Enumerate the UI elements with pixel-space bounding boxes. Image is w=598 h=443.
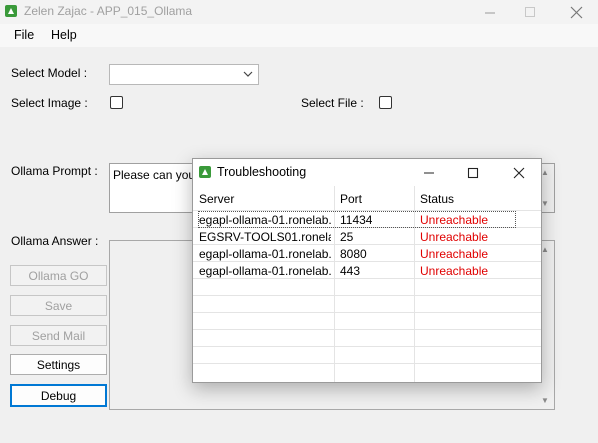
dialog-close-button[interactable] <box>497 161 541 185</box>
minimize-icon <box>484 12 495 13</box>
troubleshooting-dialog: Troubleshooting Server Port Status egapl… <box>192 158 542 383</box>
select-image-checkbox[interactable] <box>110 96 123 109</box>
menu-bar <box>0 24 598 47</box>
menu-help[interactable]: Help <box>51 28 77 42</box>
cell-status[interactable]: Unreachable <box>420 230 488 244</box>
select-model-combobox[interactable] <box>109 64 259 85</box>
scroll-down-icon[interactable]: ▼ <box>541 199 549 208</box>
settings-button[interactable]: Settings <box>10 354 107 375</box>
scroll-up-icon[interactable]: ▲ <box>541 168 549 177</box>
chevron-down-icon <box>243 71 253 77</box>
scroll-down-icon[interactable]: ▼ <box>541 396 549 405</box>
app-icon <box>5 5 17 17</box>
cell-port[interactable]: 8080 <box>340 247 367 261</box>
dialog-title-bar[interactable]: Troubleshooting <box>193 159 541 186</box>
row-divider <box>193 312 541 313</box>
cell-server[interactable]: egapl-ollama-01.ronelab.lan <box>199 247 331 261</box>
app-icon <box>199 166 211 178</box>
select-file-label: Select File : <box>301 96 364 110</box>
column-header-status[interactable]: Status <box>414 186 541 211</box>
select-image-label: Select Image : <box>11 96 88 110</box>
cell-server[interactable]: egapl-ollama-01.ronelab.lan <box>199 213 331 227</box>
cell-server[interactable]: EGSRV-TOOLS01.ronela... <box>199 230 331 244</box>
send-mail-button[interactable]: Send Mail <box>10 325 107 346</box>
cell-port[interactable]: 25 <box>340 230 353 244</box>
close-icon <box>570 6 582 18</box>
ollama-go-button[interactable]: Ollama GO <box>10 265 107 286</box>
dialog-maximize-button[interactable] <box>451 161 495 185</box>
row-divider <box>193 295 541 296</box>
cell-port[interactable]: 443 <box>340 264 360 278</box>
cell-status[interactable]: Unreachable <box>420 213 488 227</box>
troubleshooting-grid[interactable]: Server Port Status egapl-ollama-01.ronel… <box>193 186 541 382</box>
dialog-minimize-button[interactable] <box>407 161 451 185</box>
window-title: Zelen Zajac - APP_015_Ollama <box>24 4 193 18</box>
select-model-label: Select Model : <box>11 66 88 80</box>
maximize-icon <box>467 167 479 179</box>
maximize-button[interactable] <box>510 2 550 22</box>
ollama-answer-label: Ollama Answer : <box>11 234 99 248</box>
debug-button[interactable]: Debug <box>10 384 107 407</box>
close-button[interactable] <box>556 2 596 22</box>
column-header-server[interactable]: Server <box>193 186 334 211</box>
row-divider <box>193 261 541 262</box>
column-header-port[interactable]: Port <box>334 186 414 211</box>
cell-server[interactable]: egapl-ollama-01.ronelab.lan <box>199 264 331 278</box>
ollama-prompt-label: Ollama Prompt : <box>11 164 98 178</box>
row-divider <box>193 278 541 279</box>
minimize-icon <box>424 172 434 174</box>
menu-file[interactable]: File <box>14 28 34 42</box>
row-divider <box>193 346 541 347</box>
row-divider <box>193 363 541 364</box>
cell-port[interactable]: 11434 <box>340 213 372 227</box>
select-file-checkbox[interactable] <box>379 96 392 109</box>
scroll-up-icon[interactable]: ▲ <box>541 245 549 254</box>
cell-status[interactable]: Unreachable <box>420 247 488 261</box>
close-icon <box>513 167 525 179</box>
row-divider <box>193 244 541 245</box>
row-divider <box>193 329 541 330</box>
maximize-icon <box>524 6 535 17</box>
minimize-button[interactable] <box>470 2 510 22</box>
save-button[interactable]: Save <box>10 295 107 316</box>
cell-status[interactable]: Unreachable <box>420 264 488 278</box>
dialog-title: Troubleshooting <box>217 165 307 179</box>
